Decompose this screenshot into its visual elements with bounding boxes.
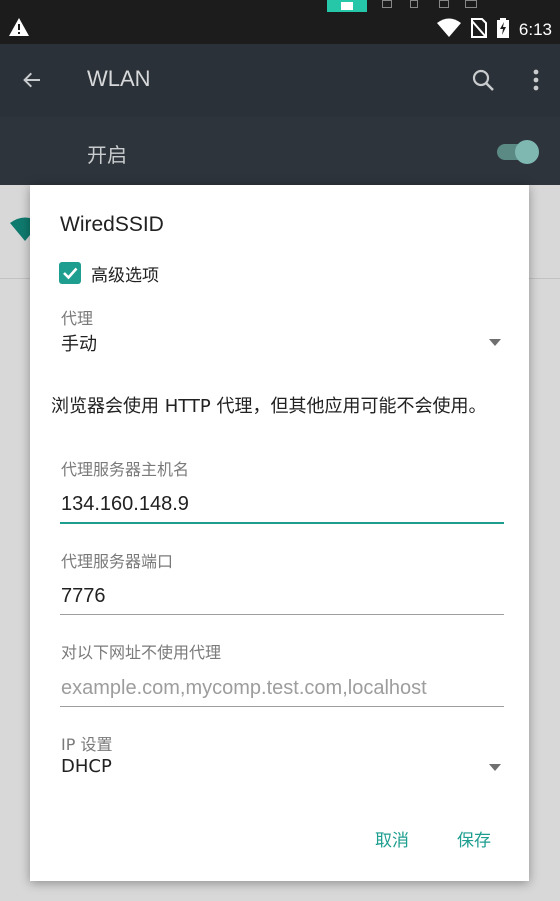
advanced-options-checkbox[interactable] (59, 262, 81, 284)
checkbox-checked-icon (59, 267, 81, 288)
proxy-port-label: 代理服务器端口 (61, 552, 174, 571)
bypass-input[interactable]: example.com,mycomp.test.com,localhost (61, 677, 427, 700)
clock: 6:13 (518, 20, 552, 39)
warning-icon (8, 17, 30, 41)
proxy-port-underline (60, 614, 504, 615)
app-bar: WLAN (0, 44, 560, 117)
overlay-icon (382, 0, 392, 8)
overlay-icon (465, 0, 477, 8)
proxy-port-input[interactable]: 7776 (61, 585, 106, 608)
battery-charging-icon (496, 18, 509, 42)
proxy-warning-note: 浏览器会使用 HTTP 代理，但其他应用可能不会使用。 (51, 396, 487, 417)
wlan-switch-row: 开启 (0, 117, 560, 185)
advanced-options-label[interactable]: 高级选项 (91, 261, 159, 286)
ip-settings-label: IP 设置 (61, 735, 113, 754)
dialog-title: WiredSSID (60, 213, 164, 236)
page-title: WLAN (87, 66, 151, 91)
dropdown-arrow-icon[interactable] (489, 339, 501, 346)
overlay-tab-active (327, 0, 367, 12)
more-vert-icon[interactable] (532, 68, 540, 96)
bypass-label: 对以下网址不使用代理 (61, 643, 222, 662)
wifi-status-icon (436, 18, 461, 42)
proxy-settings-dialog: WiredSSID 高级选项 代理 手动 浏览器会使用 HTTP 代理，但其他应… (30, 185, 529, 881)
proxy-select-value[interactable]: 手动 (61, 330, 97, 356)
proxy-label: 代理 (61, 309, 94, 328)
bypass-underline (60, 706, 504, 707)
ip-settings-select-value[interactable]: DHCP (61, 756, 112, 777)
overlay-icon (439, 0, 449, 8)
status-bar: 6:13 (0, 12, 560, 44)
dropdown-arrow-icon[interactable] (489, 764, 501, 771)
no-sim-icon (470, 18, 487, 42)
switch-label: 开启 (87, 143, 127, 167)
wlan-toggle-thumb[interactable] (515, 140, 539, 164)
cancel-button[interactable]: 取消 (375, 826, 409, 851)
back-arrow-icon[interactable] (20, 68, 44, 96)
overlay-icon (410, 0, 418, 8)
proxy-hostname-label: 代理服务器主机名 (61, 460, 190, 479)
proxy-hostname-input[interactable]: 134.160.148.9 (61, 493, 189, 516)
proxy-hostname-underline (60, 522, 504, 524)
search-icon[interactable] (471, 68, 495, 96)
save-button[interactable]: 保存 (457, 826, 491, 851)
top-overlay-strip (0, 0, 560, 12)
